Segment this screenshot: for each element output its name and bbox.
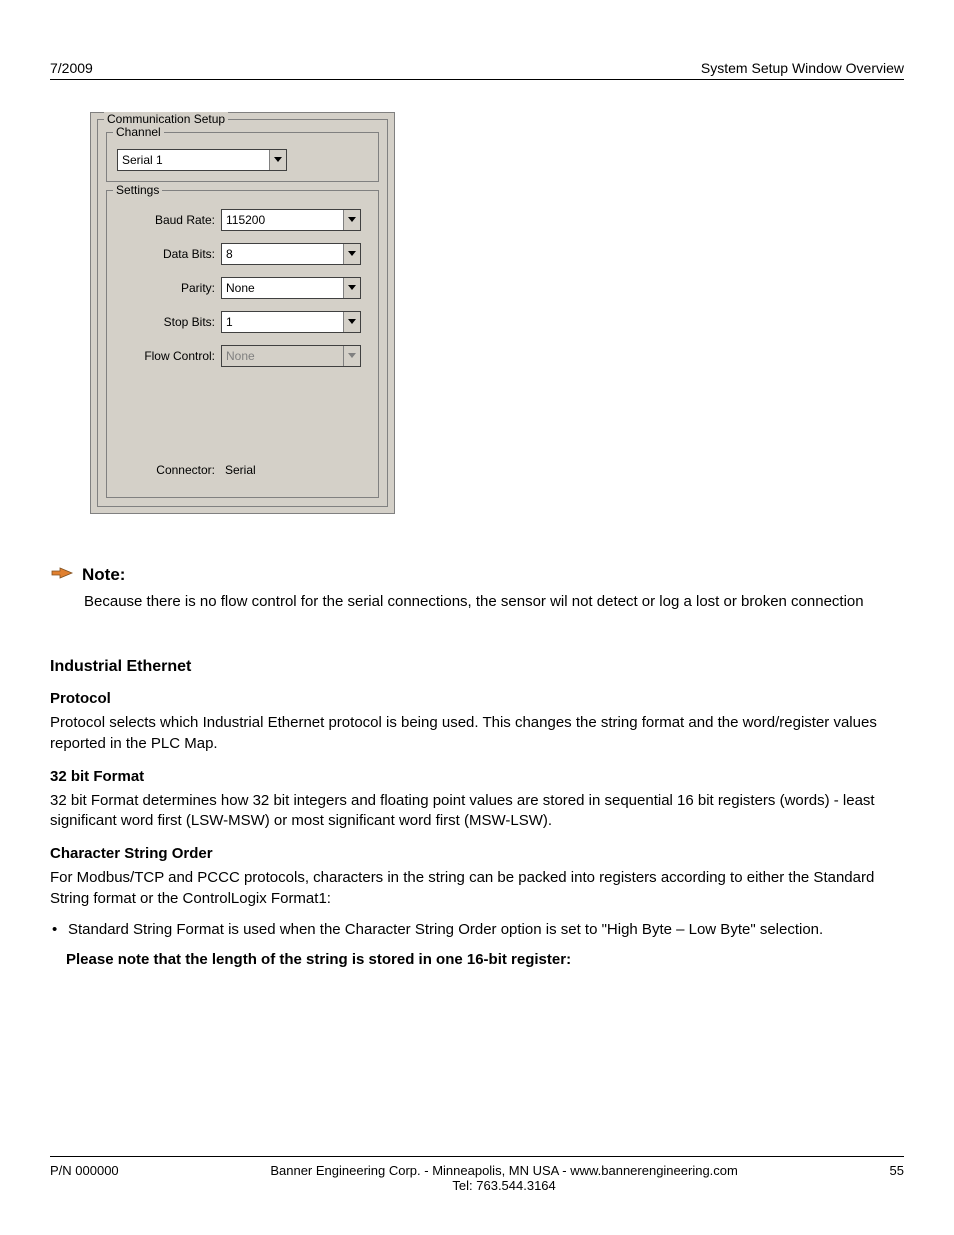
protocol-heading: Protocol [50, 690, 904, 707]
dropdown-icon[interactable] [343, 278, 360, 298]
header-date: 7/2009 [50, 60, 93, 76]
channel-select[interactable]: Serial 1 [117, 149, 287, 171]
pointing-hand-icon [50, 564, 74, 586]
protocol-paragraph: Protocol selects which Industrial Ethern… [50, 713, 904, 754]
note-block: Note: Because there is no flow control f… [50, 564, 904, 612]
dropdown-icon[interactable] [343, 244, 360, 264]
baud-rate-select[interactable]: 115200 [221, 209, 361, 231]
channel-value: Serial 1 [118, 150, 269, 170]
baud-rate-value: 115200 [222, 210, 343, 230]
dropdown-icon[interactable] [269, 150, 286, 170]
settings-legend: Settings [113, 183, 162, 197]
flow-control-label: Flow Control: [113, 349, 221, 363]
format-heading: 32 bit Format [50, 768, 904, 785]
data-bits-label: Data Bits: [113, 247, 221, 261]
stop-bits-value: 1 [222, 312, 343, 332]
stop-bits-label: Stop Bits: [113, 315, 221, 329]
connector-label: Connector: [113, 463, 221, 477]
industrial-ethernet-heading: Industrial Ethernet [50, 658, 904, 676]
flow-control-select: None [221, 345, 361, 367]
communication-setup-legend: Communication Setup [104, 112, 228, 126]
bullet-text: Standard String Format is used when the … [68, 919, 904, 941]
connector-value: Serial [221, 463, 256, 477]
flow-control-value: None [222, 346, 343, 366]
bullet-item: • Standard String Format is used when th… [50, 919, 904, 941]
stop-bits-select[interactable]: 1 [221, 311, 361, 333]
footer-pn: P/N 000000 [50, 1163, 119, 1178]
bold-note: Please note that the length of the strin… [66, 951, 904, 968]
header-title: System Setup Window Overview [701, 60, 904, 76]
data-bits-select[interactable]: 8 [221, 243, 361, 265]
communication-setup-dialog: Communication Setup Channel Serial 1 Set… [90, 112, 395, 514]
channel-fieldset: Channel Serial 1 [106, 132, 379, 182]
note-body: Because there is no flow control for the… [84, 592, 904, 612]
parity-select[interactable]: None [221, 277, 361, 299]
page-footer: P/N 000000 Banner Engineering Corp. - Mi… [50, 1156, 904, 1193]
dropdown-icon [343, 346, 360, 366]
data-bits-value: 8 [222, 244, 343, 264]
communication-setup-fieldset: Communication Setup Channel Serial 1 Set… [97, 119, 388, 507]
format-paragraph: 32 bit Format determines how 32 bit inte… [50, 791, 904, 832]
bullet-dot: • [50, 919, 68, 941]
cso-heading: Character String Order [50, 845, 904, 862]
settings-fieldset: Settings Baud Rate: 115200 Data Bits: 8 [106, 190, 379, 498]
footer-tel: Tel: 763.544.3164 [452, 1178, 555, 1193]
note-title: Note: [82, 565, 125, 585]
dropdown-icon[interactable] [343, 210, 360, 230]
baud-rate-label: Baud Rate: [113, 213, 221, 227]
page-header: 7/2009 System Setup Window Overview [50, 60, 904, 80]
footer-page-number: 55 [890, 1163, 904, 1178]
dropdown-icon[interactable] [343, 312, 360, 332]
parity-value: None [222, 278, 343, 298]
parity-label: Parity: [113, 281, 221, 295]
footer-company: Banner Engineering Corp. - Minneapolis, … [270, 1163, 738, 1178]
channel-legend: Channel [113, 125, 164, 139]
cso-paragraph: For Modbus/TCP and PCCC protocols, chara… [50, 868, 904, 909]
